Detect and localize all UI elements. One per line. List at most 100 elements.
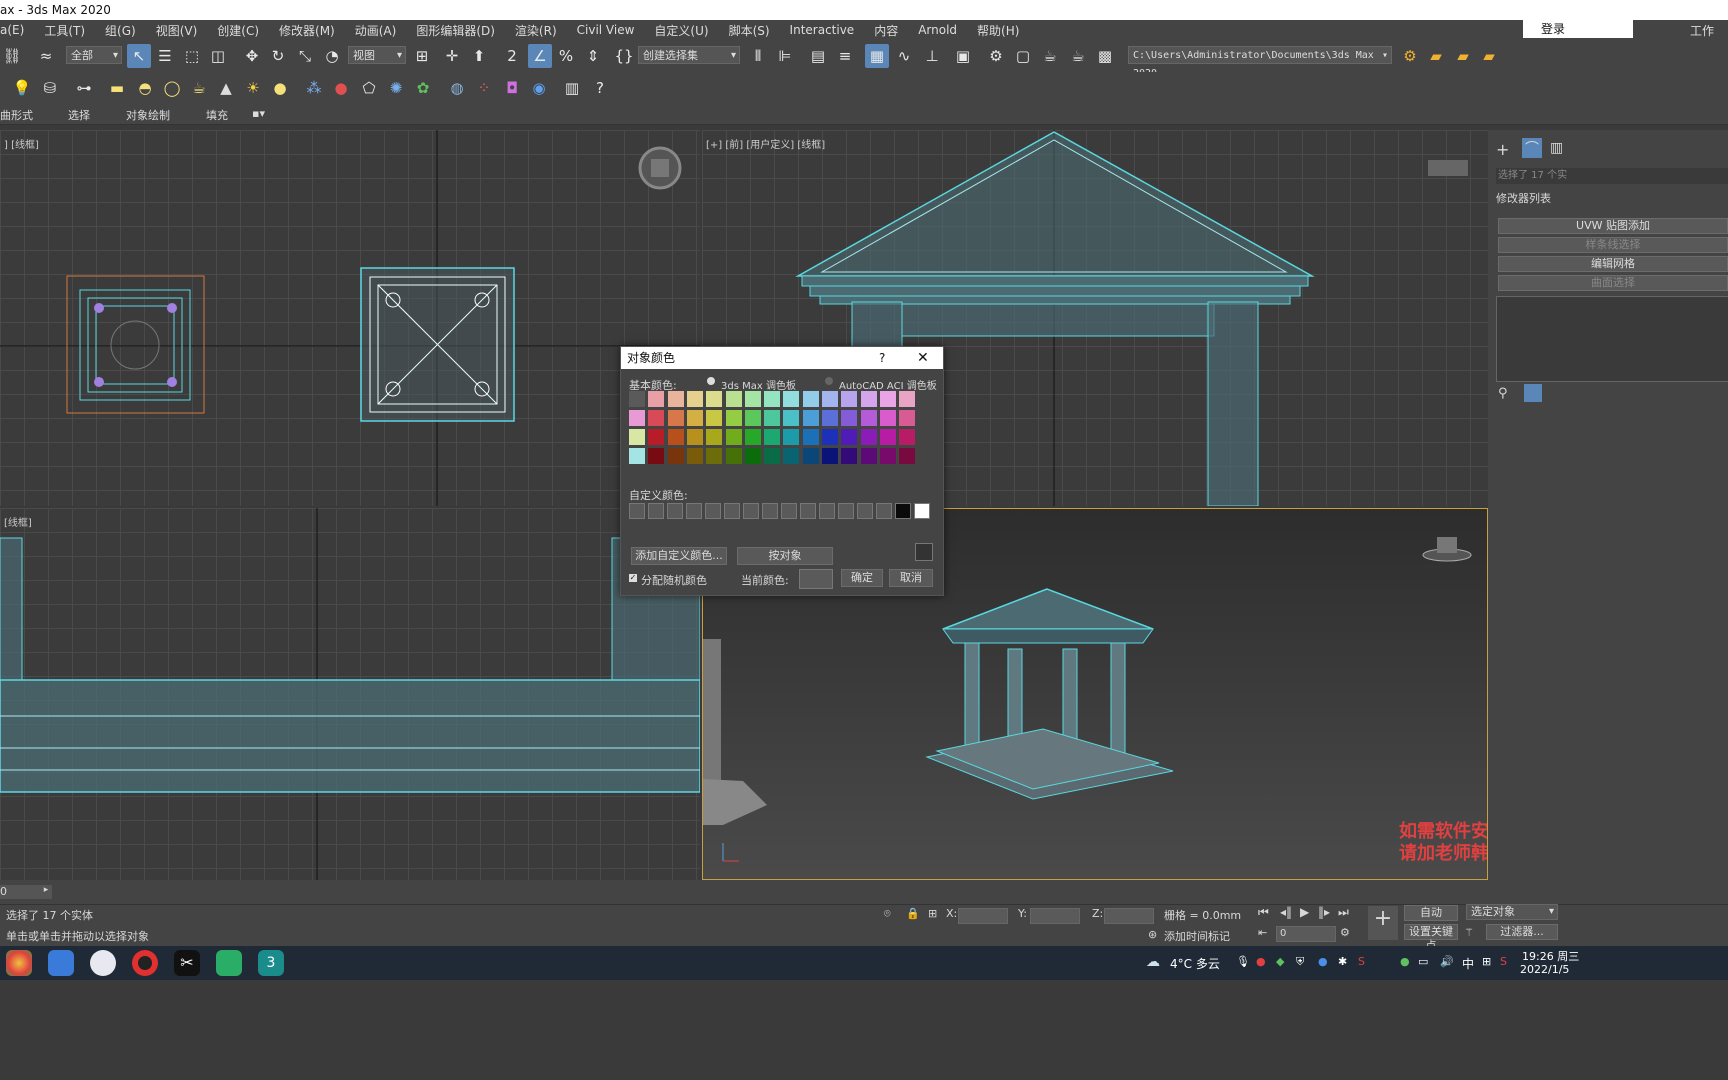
custom-color-swatch[interactable] (724, 503, 740, 519)
project-path-dropdown[interactable]: C:\Users\Administrator\Documents\3ds Max… (1128, 46, 1392, 79)
color-swatch[interactable] (783, 448, 800, 464)
camera-target-icon[interactable]: ⊶ (72, 76, 96, 100)
color-swatch[interactable] (725, 410, 742, 426)
hierarchy-tab-icon[interactable]: ▥ (1550, 140, 1563, 156)
color-swatch[interactable] (822, 410, 838, 426)
close-icon[interactable]: ✕ (917, 347, 929, 369)
capcut-icon[interactable]: ✂ (174, 950, 200, 976)
sun-icon[interactable]: ☀ (241, 76, 265, 100)
rendered-frame-icon[interactable]: ▢ (1011, 44, 1035, 68)
clock-date[interactable]: 2022/1/5 (1520, 963, 1569, 976)
tray-s-icon[interactable]: S (1358, 955, 1365, 968)
color-swatch[interactable] (822, 391, 838, 407)
named-selection-dropdown[interactable]: 创建选择集 (638, 46, 740, 65)
color-swatch[interactable] (802, 448, 819, 464)
teapot-icon[interactable]: ☕ (187, 76, 211, 100)
foliage-icon[interactable]: ✿ (411, 76, 435, 100)
select-object-icon[interactable]: ↖ (127, 44, 151, 68)
color-swatch[interactable] (783, 429, 800, 445)
cone-icon[interactable]: ▲ (214, 76, 238, 100)
render-online-icon[interactable]: ▩ (1093, 44, 1117, 68)
snaps-toggle-icon[interactable]: 2 (500, 44, 524, 68)
wechat-icon[interactable] (216, 950, 242, 976)
create-tab-icon[interactable]: + (1496, 140, 1509, 159)
color-swatch[interactable] (667, 448, 684, 464)
record-icon[interactable] (132, 950, 158, 976)
ok-button[interactable]: 确定 (841, 569, 883, 587)
render-icon[interactable]: ☕ (1038, 44, 1062, 68)
dialog-help-button[interactable]: ? (879, 347, 885, 369)
time-slider[interactable]: 0 (0, 885, 40, 899)
custom-color-swatch[interactable] (838, 503, 854, 519)
camera-icon[interactable]: ⛁ (38, 76, 62, 100)
y-coord-field[interactable] (1030, 908, 1080, 924)
color-swatch[interactable] (725, 448, 742, 464)
tray-green-icon[interactable]: ● (1400, 955, 1410, 968)
custom-color-swatch[interactable] (876, 503, 892, 519)
color-swatch[interactable] (764, 448, 781, 464)
grid-tray-icon[interactable]: ⊞ (1482, 955, 1491, 968)
modifier-stack[interactable] (1496, 296, 1728, 382)
reference-coordinate-dropdown[interactable]: 视图 (348, 46, 406, 65)
edit-named-selection-icon[interactable]: {} (612, 44, 636, 68)
color-swatch[interactable] (744, 391, 761, 407)
menu-customize[interactable]: 自定义(U) (644, 22, 718, 39)
color-swatch[interactable] (860, 448, 877, 464)
color-swatch[interactable] (706, 391, 723, 407)
custom-color-swatch[interactable] (686, 503, 702, 519)
uvw-map-add-button[interactable]: UVW 贴图添加 (1498, 218, 1728, 234)
clock-time[interactable]: 19:26 周三 (1522, 948, 1579, 964)
3dsmax-taskbar-icon[interactable]: 3 (258, 950, 284, 976)
key-filters-button[interactable]: 过滤器... (1486, 924, 1558, 940)
color-swatch[interactable] (841, 410, 858, 426)
custom-color-swatch[interactable] (762, 503, 778, 519)
color-swatch[interactable] (744, 410, 761, 426)
custom-color-swatch[interactable] (800, 503, 816, 519)
browser-icon[interactable] (90, 950, 116, 976)
color-swatch[interactable] (879, 448, 896, 464)
ribbon-tab-selection[interactable]: 选择 (68, 107, 90, 123)
color-swatch[interactable] (667, 410, 684, 426)
color-swatch[interactable] (802, 429, 819, 445)
ribbon-tab-object-paint[interactable]: 对象绘制 (126, 107, 170, 123)
curve-editor-icon[interactable]: ∿ (892, 44, 916, 68)
color-swatch[interactable] (822, 448, 838, 464)
menu-civil-view[interactable]: Civil View (567, 23, 645, 37)
chrome-icon[interactable] (6, 950, 32, 976)
viewport-left[interactable]: [线框] (0, 508, 700, 880)
material-editor-icon[interactable]: ▣ (951, 44, 975, 68)
set-key-button[interactable]: 设置关键点 (1404, 924, 1458, 952)
selected-object-dropdown[interactable]: 选定对象 (1466, 904, 1558, 920)
menu-edit[interactable]: a(E) (0, 23, 34, 37)
palette-3dsmax-radio[interactable] (707, 377, 715, 385)
menu-rendering[interactable]: 渲染(R) (505, 22, 567, 39)
set-key-icon[interactable]: + (1368, 906, 1398, 940)
menu-create[interactable]: 创建(C) (207, 22, 269, 39)
show-end-result-icon[interactable] (1524, 384, 1542, 402)
layer-explorer-icon[interactable]: ≡ (833, 44, 857, 68)
mirror-icon[interactable]: ⫴ (746, 44, 770, 68)
current-frame-field[interactable]: 0 (1276, 926, 1336, 942)
color-picker-icon[interactable] (915, 543, 933, 561)
schematic-view-icon[interactable]: ⊥ (920, 44, 944, 68)
ribbon-tab-shape[interactable]: 曲形式 (0, 107, 33, 123)
gear-icon[interactable]: ✺ (384, 76, 408, 100)
time-config-icon[interactable]: ⚙ (1340, 926, 1350, 939)
menu-views[interactable]: 视图(V) (146, 22, 208, 39)
menu-modifiers[interactable]: 修改器(M) (269, 22, 345, 39)
pivot-icon[interactable]: ⊞ (410, 44, 434, 68)
color-swatch[interactable] (802, 410, 819, 426)
edit-mesh-button[interactable]: 编辑网格 (1498, 256, 1728, 272)
key-mode-icon[interactable]: ⇤ (1258, 926, 1267, 939)
align-icon[interactable]: ⊫ (773, 44, 797, 68)
tray-s2-icon[interactable]: S (1500, 955, 1507, 968)
next-frame-arrow-icon[interactable]: ▸ (40, 885, 52, 899)
play-icon[interactable]: ▶ (1300, 905, 1309, 919)
spinner-snap-icon[interactable]: ⇕ (581, 44, 605, 68)
move-icon[interactable]: ✥ (240, 44, 264, 68)
custom-color-swatch[interactable] (914, 503, 930, 519)
ribbon-tab-populate[interactable]: 填充 (206, 107, 228, 123)
custom-color-swatch[interactable] (895, 503, 911, 519)
menu-help[interactable]: 帮助(H) (967, 22, 1029, 39)
surface-select-button[interactable]: 曲面选择 (1498, 275, 1728, 291)
